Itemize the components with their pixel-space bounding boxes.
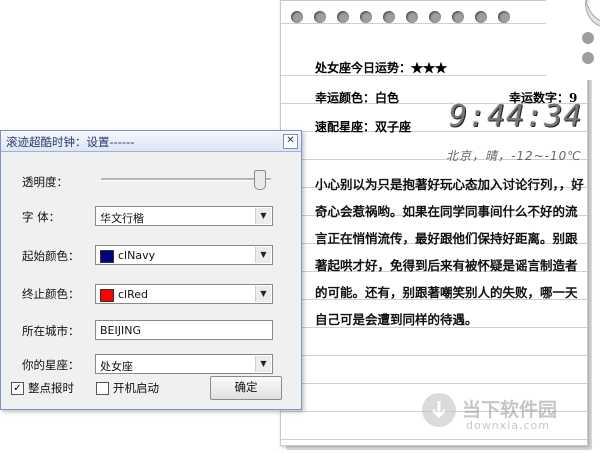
sign-select-value: 处女座: [100, 360, 133, 373]
close-icon: ✕: [286, 135, 295, 146]
binder-hole-icon: [498, 11, 510, 23]
notepad-widget: 处女座今日运势：★★★ 幸运颜色：白色 幸运数字：9 速配星座：双子座 9:44…: [280, 0, 600, 451]
font-select-value: 华文行楷: [100, 212, 144, 225]
end-color-swatch: [100, 289, 114, 302]
horoscope-title: 处女座今日运势：★★★: [315, 61, 448, 75]
binder-hole-icon: [406, 11, 418, 23]
clock-time: 9:44:34: [449, 99, 583, 134]
watermark-name: 当下软件园: [462, 399, 558, 421]
city-label: 所在城市：: [22, 324, 80, 338]
sign-label: 你的星座：: [22, 358, 80, 372]
binder-hole-icon: [475, 11, 487, 23]
binder-hole-icon: [360, 11, 372, 23]
sign-select[interactable]: 处女座 ▼: [95, 354, 273, 374]
ok-button[interactable]: 确定: [210, 376, 282, 400]
binder-hole-icon: [314, 11, 326, 23]
binder-hole-icon: [452, 11, 464, 23]
download-arrow-icon: [422, 393, 456, 427]
chevron-down-icon[interactable]: ▼: [255, 208, 271, 224]
transparency-label: 透明度：: [22, 175, 68, 189]
end-color-label: 终止颜色：: [22, 287, 80, 301]
start-color-value: clNavy: [118, 249, 156, 262]
hourly-chime-checkbox[interactable]: ✓: [11, 382, 24, 395]
font-label: 字 体：: [22, 210, 61, 224]
chevron-down-icon[interactable]: ▼: [255, 356, 271, 372]
autostart-label: 开机启动: [113, 381, 159, 395]
autostart-checkbox[interactable]: [96, 382, 109, 395]
fortune-text: 小心别以为只是抱著好玩心态加入讨论行列，，好奇心会惹祸哟。如果在同学同事间什么不…: [315, 177, 584, 327]
start-color-select[interactable]: clNavy ▼: [95, 245, 273, 265]
chevron-down-icon[interactable]: ▼: [255, 286, 271, 302]
transparency-slider[interactable]: [101, 170, 271, 190]
start-color-swatch: [100, 250, 114, 263]
font-select[interactable]: 华文行楷 ▼: [95, 206, 273, 226]
chevron-down-icon[interactable]: ▼: [255, 247, 271, 263]
site-watermark: 当下软件园 downxia.com: [412, 387, 582, 437]
notepad-paper: 处女座今日运势：★★★ 幸运颜色：白色 幸运数字：9 速配星座：双子座 9:44…: [280, 0, 588, 446]
page-curl-icon: [546, 0, 600, 80]
start-color-label: 起始颜色：: [22, 249, 80, 263]
city-input[interactable]: BEIJING: [95, 320, 273, 340]
hourly-chime-label: 整点报时: [28, 381, 74, 395]
binder-hole-icon: [291, 11, 303, 23]
lucky-color: 幸运颜色：白色: [315, 91, 400, 105]
binder-holes: [291, 11, 510, 23]
end-color-select[interactable]: clRed ▼: [95, 284, 273, 304]
end-color-value: clRed: [118, 288, 149, 301]
binder-hole-icon: [429, 11, 441, 23]
binder-hole-icon: [337, 11, 349, 23]
transparency-slider-thumb[interactable]: [254, 170, 266, 190]
watermark-url: downxia.com: [466, 419, 550, 432]
weather-readout: 北京，晴，-12~-10℃: [446, 149, 582, 163]
dialog-title: 滚迹超酷时钟：设置------: [6, 135, 135, 149]
match-sign: 速配星座：双子座: [315, 120, 412, 134]
close-button[interactable]: ✕: [283, 134, 298, 149]
settings-dialog: 滚迹超酷时钟：设置------ ✕ 透明度： 字 体： 华文行楷 ▼ 起始颜色：…: [0, 130, 302, 410]
binder-hole-icon: [383, 11, 395, 23]
dialog-titlebar[interactable]: 滚迹超酷时钟：设置------ ✕: [1, 131, 301, 152]
